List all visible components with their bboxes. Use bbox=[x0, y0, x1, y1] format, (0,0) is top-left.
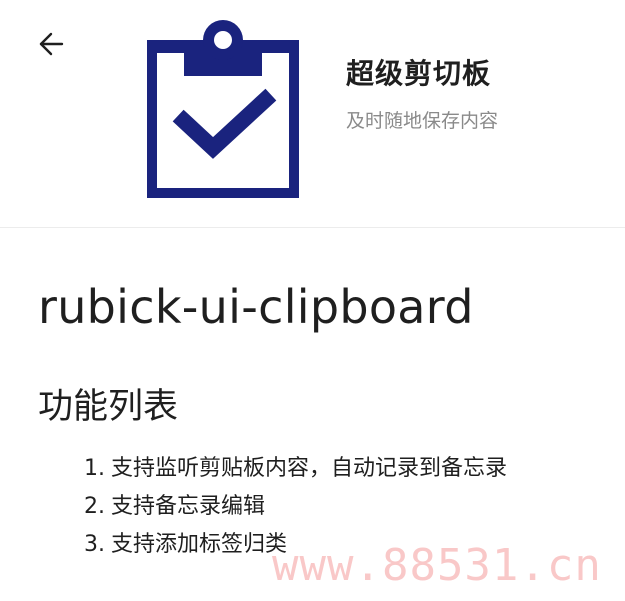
clipboard-check-icon bbox=[147, 20, 299, 198]
app-subtitle: 及时随地保存内容 bbox=[346, 110, 499, 132]
plugin-readme: rubick-ui-clipboard 功能列表 1. 支持监听剪贴板内容，自动记… bbox=[0, 228, 625, 601]
list-item: 1. 支持监听剪贴板内容，自动记录到备忘录 bbox=[84, 450, 507, 488]
list-item-number: 2. bbox=[84, 494, 105, 519]
list-item-number: 1. bbox=[84, 456, 105, 481]
arrow-left-icon bbox=[39, 32, 64, 56]
plugin-name-heading: rubick-ui-clipboard bbox=[38, 280, 474, 334]
list-item-number: 3. bbox=[84, 532, 105, 557]
back-button[interactable] bbox=[34, 27, 68, 61]
feature-list-heading: 功能列表 bbox=[38, 387, 179, 427]
list-item: 2. 支持备忘录编辑 bbox=[84, 488, 507, 526]
list-item-text: 支持添加标签归类 bbox=[111, 532, 288, 557]
feature-list: 1. 支持监听剪贴板内容，自动记录到备忘录 2. 支持备忘录编辑 3. 支持添加标签归… bbox=[84, 450, 507, 564]
app-title: 超级剪切板 bbox=[346, 57, 492, 90]
list-item-text: 支持监听剪贴板内容，自动记录到备忘录 bbox=[111, 456, 508, 481]
plugin-header: 超级剪切板 及时随地保存内容 bbox=[0, 0, 625, 228]
list-item: 3. 支持添加标签归类 bbox=[84, 526, 507, 564]
list-item-text: 支持备忘录编辑 bbox=[111, 494, 266, 519]
